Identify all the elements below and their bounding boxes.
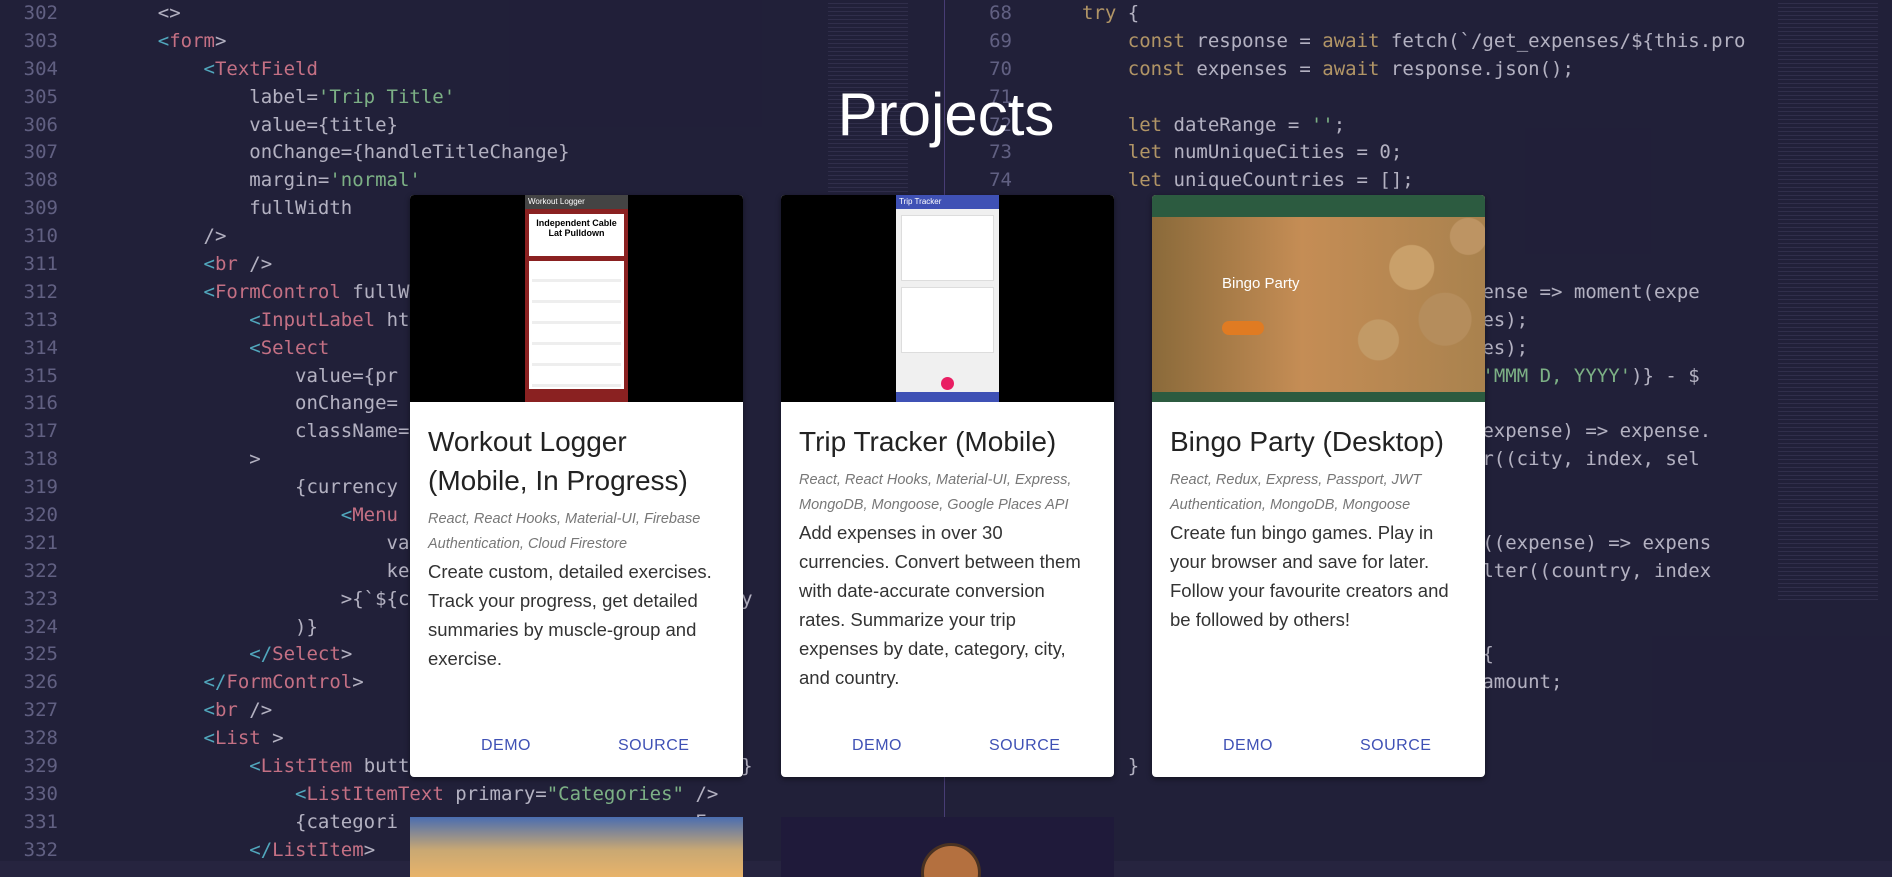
avatar (921, 843, 981, 877)
card-actions: DEMO SOURCE (781, 729, 1114, 765)
project-tech-stack: React, Redux, Express, Passport, JWT Aut… (1170, 472, 1422, 513)
source-button[interactable]: SOURCE (608, 729, 699, 763)
project-screenshot: Trip Tracker (781, 195, 1114, 402)
mockup-nav-bar (1152, 195, 1485, 217)
phone-mockup: Trip Tracker (896, 195, 999, 402)
mockup-heading: Independent Cable Lat Pulldown (529, 214, 624, 256)
project-description: Create custom, detailed exercises. Track… (428, 561, 712, 669)
demo-button[interactable]: DEMO (842, 729, 912, 763)
project-card-trip-tracker: Trip Tracker Trip Tracker (Mobile) React… (781, 195, 1114, 777)
project-tech-stack: React, React Hooks, Material-UI, Firebas… (428, 511, 701, 552)
project-card-workout-logger: Workout Logger Independent Cable Lat Pul… (410, 195, 743, 777)
source-button[interactable]: SOURCE (1350, 729, 1441, 763)
mockup-hero-title: Bingo Party (1222, 275, 1300, 292)
phone-mockup: Workout Logger Independent Cable Lat Pul… (525, 195, 628, 402)
mockup-app-bar: Workout Logger (525, 195, 628, 209)
demo-button[interactable]: DEMO (1213, 729, 1283, 763)
mockup-app-bar: Trip Tracker (896, 195, 999, 209)
project-tech-stack: React, React Hooks, Material-UI, Express… (799, 472, 1072, 513)
demo-button[interactable]: DEMO (471, 729, 541, 763)
mockup-footer (1152, 392, 1485, 402)
project-title: Trip Tracker (Mobile) (799, 426, 1057, 457)
project-title: Workout Logger (Mobile, In Progress) (428, 426, 688, 496)
project-screenshot: Bingo Party (1152, 195, 1485, 402)
page-title: Projects (837, 81, 1055, 148)
mockup-add-icon (941, 377, 954, 390)
mockup-trip-card (901, 215, 994, 281)
project-screenshot: Workout Logger Independent Cable Lat Pul… (410, 195, 743, 402)
project-description: Create fun bingo games. Play in your bro… (1170, 522, 1449, 630)
mockup-hero-button (1222, 321, 1264, 335)
project-description: Add expenses in over 30 currencies. Conv… (799, 522, 1081, 688)
mockup-trip-card (901, 287, 994, 353)
project-card-partial[interactable] (781, 817, 1114, 877)
mockup-bottom-bar (896, 392, 999, 402)
mockup-list (529, 261, 624, 389)
project-title: Bingo Party (Desktop) (1170, 426, 1444, 457)
project-card-bingo-party: Bingo Party Bingo Party (Desktop) React,… (1152, 195, 1485, 777)
card-actions: DEMO SOURCE (1152, 729, 1485, 765)
project-card-partial[interactable] (410, 817, 743, 877)
card-actions: DEMO SOURCE (410, 729, 743, 765)
source-button[interactable]: SOURCE (979, 729, 1070, 763)
